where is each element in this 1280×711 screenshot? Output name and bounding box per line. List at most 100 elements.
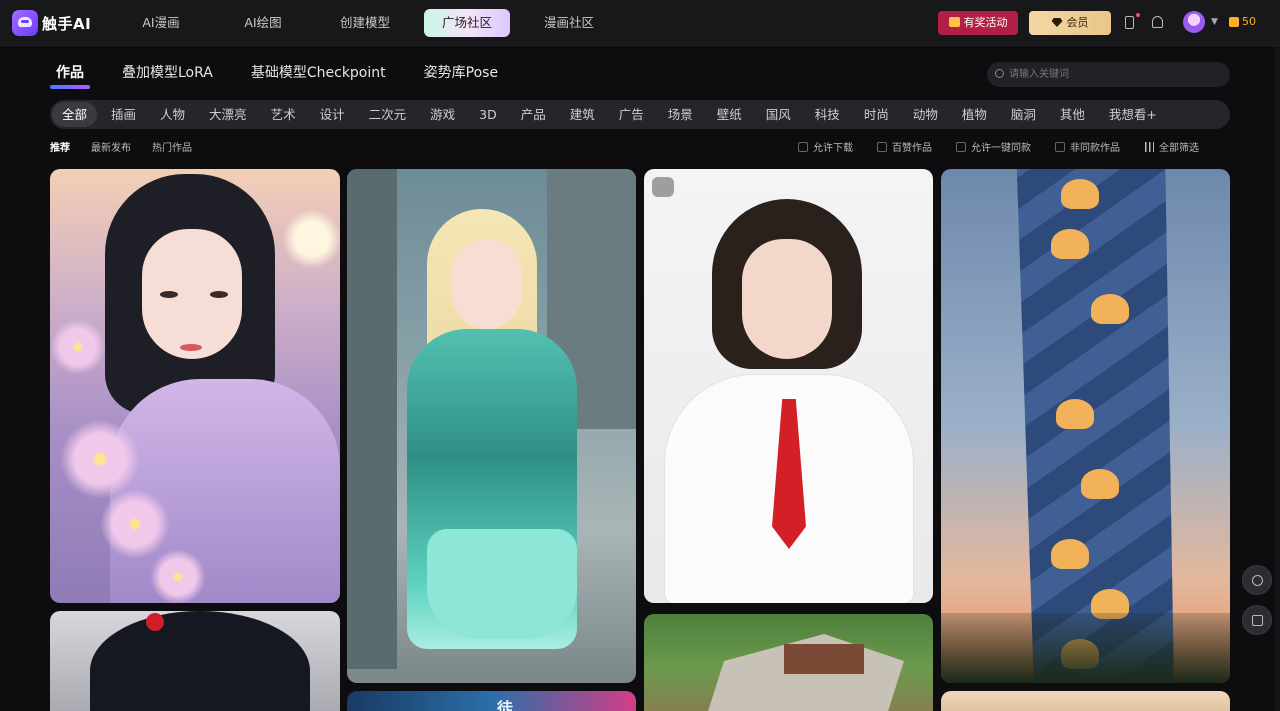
filter-label: 允许下载 [813, 143, 853, 154]
artwork-image [644, 614, 933, 711]
category-3d[interactable]: 3D [469, 102, 507, 127]
gallery-card-cyber-girl[interactable] [347, 169, 636, 683]
all-filters-button[interactable]: 全部筛选 [1144, 139, 1199, 154]
gallery-card-neon[interactable]: 徒 [347, 691, 636, 711]
neon-sign-text: 徒 [497, 699, 514, 711]
phone-icon[interactable] [1125, 16, 1134, 29]
category-tech[interactable]: 科技 [805, 102, 850, 127]
flower-shape [60, 419, 140, 499]
category-scene[interactable]: 场景 [658, 102, 703, 127]
artwork-image [941, 169, 1230, 683]
category-fashion[interactable]: 时尚 [854, 102, 899, 127]
sort-recommended[interactable]: 推荐 [50, 139, 70, 154]
tab-works[interactable]: 作品 [50, 63, 90, 89]
nav-item-square-community[interactable]: 广场社区 [424, 9, 510, 37]
coin-count: 50 [1242, 15, 1256, 28]
sort-options: 推荐 最新发布 热门作品 [50, 139, 213, 154]
category-game[interactable]: 游戏 [420, 102, 465, 127]
roof-shape [784, 644, 864, 674]
gallery-card-lily-girl[interactable] [50, 169, 340, 603]
category-design[interactable]: 设计 [310, 102, 355, 127]
share-button[interactable] [1242, 605, 1272, 635]
building-shape [347, 169, 397, 669]
bell-icon[interactable] [1152, 16, 1163, 28]
main-nav: AI漫画 AI绘图 创建模型 广场社区 漫画社区 [110, 9, 620, 37]
lightbulb-button[interactable] [1242, 565, 1272, 595]
lip-shape [180, 344, 202, 351]
category-animal[interactable]: 动物 [903, 102, 948, 127]
category-plant[interactable]: 植物 [952, 102, 997, 127]
gift-icon [948, 17, 960, 27]
category-request[interactable]: 我想看+ [1099, 102, 1167, 127]
chevron-down-icon[interactable]: ▼ [1211, 17, 1218, 27]
category-bar: 全部 插画 人物 大漂亮 艺术 设计 二次元 游戏 3D 产品 建筑 广告 场景… [50, 100, 1230, 129]
filter-non-same[interactable]: 非同款作品 [1055, 139, 1120, 154]
flower-shape [100, 489, 170, 559]
checkbox[interactable] [798, 141, 808, 152]
app-logo[interactable]: 触手AI [12, 10, 91, 36]
gallery-card-school-girl[interactable] [644, 169, 933, 603]
logo-icon [12, 10, 38, 36]
category-wallpaper[interactable]: 壁纸 [707, 102, 752, 127]
category-imagination[interactable]: 脑洞 [1001, 102, 1046, 127]
category-anime[interactable]: 二次元 [359, 102, 417, 127]
window-shape [1051, 539, 1089, 569]
section-tabs: 作品 叠加模型LoRA 基础模型Checkpoint 姿势库Pose [50, 63, 536, 89]
nav-item-create-model[interactable]: 创建模型 [314, 9, 416, 37]
filter-hundred-likes[interactable]: 百赞作品 [877, 139, 932, 154]
coin-icon [1229, 17, 1239, 27]
sliders-icon [1144, 141, 1154, 152]
checkbox[interactable] [877, 141, 887, 152]
sort-latest[interactable]: 最新发布 [91, 139, 131, 154]
gallery-icon [652, 177, 674, 197]
artwork-image [50, 611, 340, 711]
gallery-card-courtyard[interactable] [644, 614, 933, 711]
category-advertising[interactable]: 广告 [609, 102, 654, 127]
eye-shape [210, 291, 228, 298]
tab-lora[interactable]: 叠加模型LoRA [122, 63, 213, 85]
artwork-image [644, 169, 933, 603]
sun-glow [282, 209, 340, 269]
tab-pose[interactable]: 姿势库Pose [424, 63, 498, 85]
avatar[interactable] [1183, 11, 1205, 33]
face-shape [452, 239, 522, 329]
nav-item-ai-drawing[interactable]: AI绘图 [212, 9, 314, 37]
category-art[interactable]: 艺术 [261, 102, 306, 127]
filter-one-click-same[interactable]: 允许一键同款 [956, 139, 1031, 154]
search-input[interactable] [1009, 65, 1219, 84]
diamond-icon [1051, 18, 1063, 27]
filter-allow-download[interactable]: 允许下载 [798, 139, 853, 154]
flower-shape [150, 549, 206, 603]
search-box [987, 62, 1230, 87]
category-other[interactable]: 其他 [1050, 102, 1095, 127]
vip-button[interactable]: 会员 [1029, 11, 1111, 35]
gallery-card-ornate-girl[interactable] [50, 611, 340, 711]
hair-shape [90, 611, 310, 711]
category-beauty[interactable]: 大漂亮 [199, 102, 257, 127]
gallery-card-portrait[interactable] [941, 691, 1230, 711]
category-illustration[interactable]: 插画 [101, 102, 146, 127]
share-icon [1252, 615, 1263, 626]
page-scrollbar[interactable] [1274, 46, 1280, 711]
category-product[interactable]: 产品 [511, 102, 556, 127]
skirt-shape [427, 529, 577, 639]
window-shape [1056, 399, 1094, 429]
promo-button[interactable]: 有奖活动 [938, 11, 1018, 35]
nav-item-ai-comic[interactable]: AI漫画 [110, 9, 212, 37]
checkbox[interactable] [1055, 141, 1065, 152]
gallery-card-tower[interactable] [941, 169, 1230, 683]
sort-popular[interactable]: 热门作品 [152, 139, 192, 154]
checkbox[interactable] [956, 141, 966, 152]
eye-shape [160, 291, 178, 298]
category-chinese-style[interactable]: 国风 [756, 102, 801, 127]
category-all[interactable]: 全部 [52, 102, 98, 127]
nav-item-comic-community[interactable]: 漫画社区 [518, 9, 620, 37]
category-architecture[interactable]: 建筑 [560, 102, 605, 127]
category-people[interactable]: 人物 [150, 102, 195, 127]
tab-checkpoint[interactable]: 基础模型Checkpoint [251, 63, 386, 85]
window-shape [1081, 469, 1119, 499]
notification-dot [1136, 13, 1140, 17]
filter-label: 非同款作品 [1070, 143, 1120, 154]
flower-shape [50, 319, 106, 375]
trees-shape [941, 613, 1230, 683]
